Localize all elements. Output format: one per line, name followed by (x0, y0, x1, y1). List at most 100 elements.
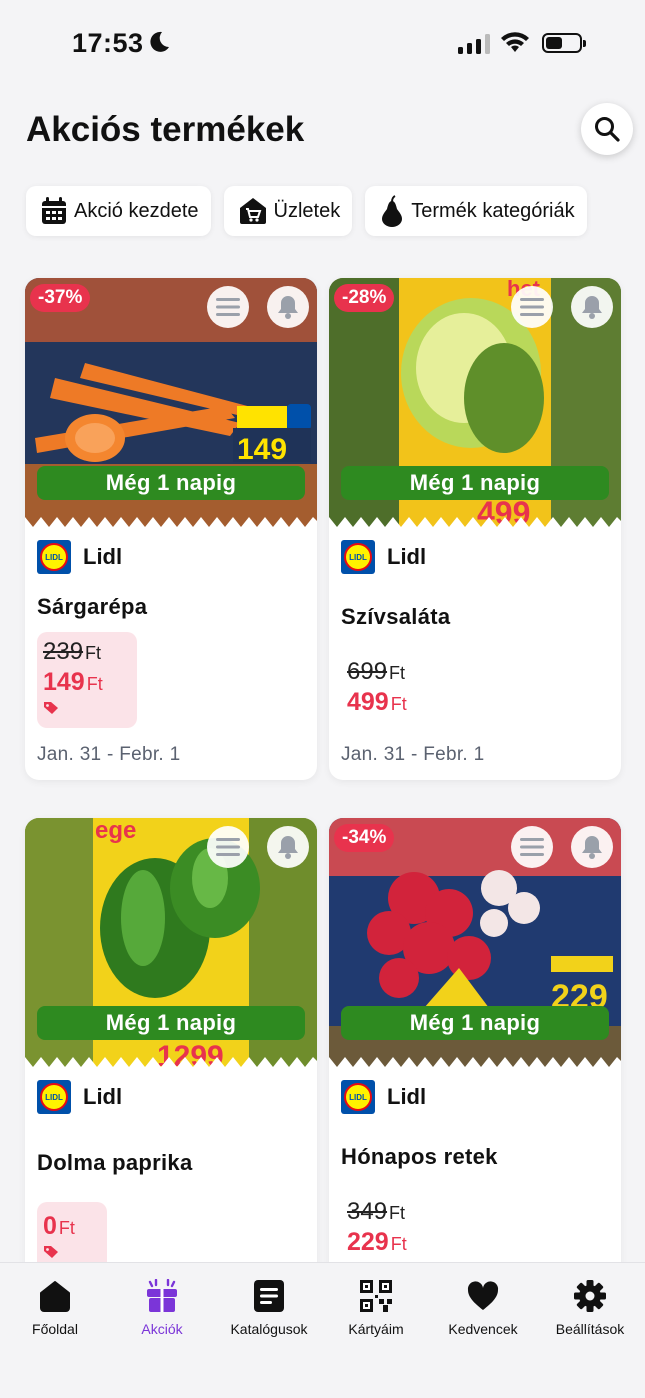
tab-favorites[interactable]: Kedvencek (428, 1279, 538, 1337)
tab-label: Akciók (141, 1321, 183, 1337)
discount-badge: -28% (334, 284, 395, 312)
filter-label: Termék kategóriák (411, 199, 575, 222)
product-image: het 499 -28% Még 1 napig (329, 278, 621, 528)
filter-chips: Akció kezdete Üzletek Termék kategóriák (26, 186, 587, 236)
moon-icon (150, 31, 169, 52)
filter-categories[interactable]: Termék kategóriák (365, 186, 587, 236)
store-name: Lidl (387, 1084, 427, 1109)
filter-label: Üzletek (273, 199, 341, 222)
zigzag-edge (329, 517, 621, 528)
tab-label: Katalógusok (230, 1321, 308, 1337)
store-name: Lidl (83, 544, 123, 569)
page-title: Akciós termékek (26, 110, 305, 149)
zigzag-edge (329, 1057, 621, 1068)
lidl-logo: LIDL (341, 540, 375, 574)
old-price: 349 Ft (347, 1198, 406, 1225)
notify-button[interactable] (571, 286, 613, 328)
tab-settings[interactable]: Beállítások (535, 1279, 645, 1337)
gift-icon (147, 1279, 177, 1312)
store-name: Lidl (387, 544, 427, 569)
tab-home[interactable]: Főoldal (0, 1279, 110, 1337)
document-icon (254, 1280, 284, 1312)
new-price: 229 Ft (347, 1228, 407, 1256)
store-icon (239, 198, 266, 224)
notify-button[interactable] (571, 826, 613, 868)
tab-label: Főoldal (32, 1321, 78, 1337)
validity-ribbon: Még 1 napig (37, 1006, 305, 1040)
store-row: LIDL Lidl (37, 540, 122, 574)
product-image: 149 -37% Még 1 napig (25, 278, 317, 528)
new-price: 0 Ft (43, 1212, 75, 1240)
gear-icon (574, 1280, 606, 1312)
product-card[interactable]: ege 1299 Még 1 napig LIDL Lidl Dolma pap… (25, 818, 317, 1278)
tab-catalogs[interactable]: Katalógusok (214, 1279, 324, 1337)
status-time: 17:53 (72, 28, 144, 58)
cellular-signal-icon (458, 32, 490, 54)
price-box: 239 Ft 149 Ft (37, 632, 137, 728)
search-button[interactable] (581, 103, 633, 155)
validity-ribbon: Még 1 napig (37, 466, 305, 500)
tag-icon (44, 1246, 58, 1258)
list-icon (216, 298, 240, 316)
product-card[interactable]: het 499 -28% Még 1 napig LIDL Lidl Szívs… (329, 278, 621, 780)
product-name: Sárgarépa (37, 594, 148, 619)
qr-code-icon (360, 1280, 392, 1312)
product-name: Dolma paprika (37, 1150, 193, 1175)
svg-text:ege: ege (95, 818, 136, 844)
tag-icon (44, 702, 58, 714)
product-card[interactable]: 229 -34% Még 1 napig LIDL Lidl Hónapos r… (329, 818, 621, 1278)
new-price: 499 Ft (347, 688, 407, 716)
tab-label: Kedvencek (448, 1321, 518, 1337)
calendar-icon (42, 197, 66, 224)
svg-text:149: 149 (237, 433, 287, 466)
filter-label: Akció kezdete (74, 199, 199, 222)
store-name: Lidl (83, 1084, 123, 1109)
old-price: 239 Ft (43, 638, 102, 665)
product-card[interactable]: 149 -37% Még 1 napig LIDL Lidl Sárgarépa… (25, 278, 317, 780)
add-to-list-button[interactable] (511, 286, 553, 328)
price-box: 349 Ft 229 Ft (341, 1198, 407, 1257)
lidl-logo: LIDL (37, 540, 71, 574)
product-image: 229 -34% Még 1 napig (329, 818, 621, 1068)
add-to-list-button[interactable] (207, 826, 249, 868)
add-to-list-button[interactable] (511, 826, 553, 868)
bottom-tab-bar: Főoldal Akciók Katalógusok Kártyáim Kedv… (0, 1262, 645, 1398)
battery-icon (542, 33, 586, 53)
validity-ribbon: Még 1 napig (341, 466, 609, 500)
product-name: Hónapos retek (341, 1144, 498, 1169)
validity-ribbon: Még 1 napig (341, 1006, 609, 1040)
bell-icon (582, 836, 602, 859)
list-icon (216, 838, 240, 856)
zigzag-edge (25, 517, 317, 528)
price-box: 699 Ft 499 Ft (341, 658, 407, 717)
lidl-logo: LIDL (341, 1080, 375, 1114)
discount-badge: -37% (30, 284, 91, 312)
heart-icon (467, 1281, 499, 1310)
add-to-list-button[interactable] (207, 286, 249, 328)
pear-icon (382, 195, 403, 227)
product-image: ege 1299 Még 1 napig (25, 818, 317, 1068)
bell-icon (278, 296, 298, 319)
bell-icon (582, 296, 602, 319)
tab-deals[interactable]: Akciók (107, 1279, 217, 1337)
old-price: 699 Ft (347, 658, 406, 685)
notify-button[interactable] (267, 286, 309, 328)
tab-cards[interactable]: Kártyáim (321, 1279, 431, 1337)
search-icon (595, 117, 620, 142)
store-row: LIDL Lidl (37, 1080, 122, 1114)
validity-dates: Jan. 31 - Febr. 1 (37, 744, 181, 765)
discount-badge: -34% (334, 824, 395, 852)
list-icon (520, 838, 544, 856)
bell-icon (278, 836, 298, 859)
tab-label: Beállítások (555, 1321, 625, 1337)
filter-start-date[interactable]: Akció kezdete (26, 186, 211, 236)
lidl-logo: LIDL (37, 1080, 71, 1114)
validity-dates: Jan. 31 - Febr. 1 (341, 744, 485, 765)
filter-stores[interactable]: Üzletek (223, 186, 353, 236)
list-icon (520, 298, 544, 316)
new-price: 149 Ft (43, 668, 103, 696)
notify-button[interactable] (267, 826, 309, 868)
zigzag-edge (25, 1057, 317, 1068)
wifi-icon (501, 32, 529, 52)
tab-label: Kártyáim (348, 1321, 404, 1337)
